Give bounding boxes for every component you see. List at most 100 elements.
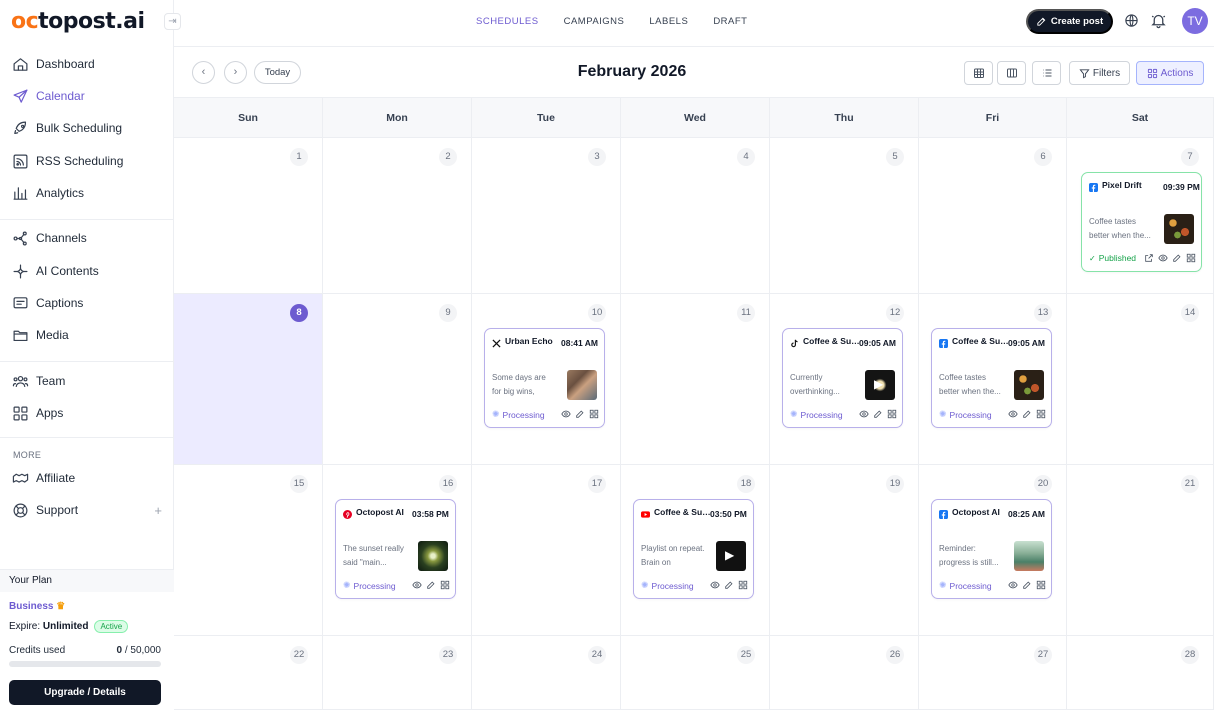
sidebar-item-affiliate[interactable]: Affiliate [12,466,162,490]
more-options-icon[interactable] [1036,409,1046,419]
apps-icon [1147,68,1157,78]
day-cell[interactable]: 17 [472,465,621,636]
day-cell[interactable]: 14 [1067,294,1214,465]
edit-icon[interactable] [1172,253,1182,263]
edit-icon[interactable] [873,409,883,419]
more-options-icon[interactable] [589,409,599,419]
day-number: 26 [886,646,904,664]
day-cell[interactable]: 19 [770,465,919,636]
preview-icon[interactable] [859,409,869,419]
edit-icon[interactable] [575,409,585,419]
sidebar-item-captions[interactable]: Captions [12,291,162,315]
sidebar-item-team[interactable]: Team [12,369,162,393]
plus-icon[interactable]: + [154,503,162,518]
apps-icon [13,406,28,420]
day-cell[interactable]: 24 [472,636,621,710]
more-options-icon[interactable] [1186,253,1196,263]
day-cell[interactable]: 16 Octopost AI 03:58 PM The sunset really s… [323,465,472,636]
day-cell[interactable]: 1 [174,138,323,294]
sidebar-item-dashboard[interactable]: Dashboard [12,52,162,76]
day-cell[interactable]: 27 [919,636,1067,710]
edit-icon[interactable] [1022,409,1032,419]
play-icon: ▶ [725,548,735,562]
actions-button[interactable]: Actions [1136,61,1204,85]
sidebar-item-ai-contents[interactable]: AI Contents [12,259,162,283]
post-card[interactable]: Urban Echo 08:41 AM Some days are for big … [484,328,605,428]
day-cell[interactable]: 25 [621,636,770,710]
sidebar-item-calendar[interactable]: Calendar [12,84,162,108]
day-cell[interactable]: 8 [174,294,323,465]
day-cell[interactable]: 5 [770,138,919,294]
sidebar-item-media[interactable]: Media [12,323,162,347]
external-link-icon[interactable] [1144,253,1154,263]
day-cell[interactable]: 22 [174,636,323,710]
tab-draft[interactable]: DRAFT [713,16,747,27]
week-view-button[interactable] [997,61,1026,85]
post-card[interactable]: Coffee & Sunsets03:50 PM Playlist on repe… [633,499,754,599]
day-cell[interactable]: 12 Coffee & Sunsets09:05 AM Currently over… [770,294,919,465]
list-view-button[interactable] [1032,61,1061,85]
prev-month-button[interactable]: ‹ [192,61,215,84]
edit-icon[interactable] [1022,580,1032,590]
day-cell[interactable]: 6 [919,138,1067,294]
day-cell[interactable]: 13 Coffee & Sunsets09:05 AM Coffee tastes … [919,294,1067,465]
bell-icon[interactable] [1150,12,1167,29]
plan-panel: Your Plan Business ♛ Expire: Unlimited Ac… [0,569,174,710]
filters-button[interactable]: Filters [1069,61,1130,85]
post-card[interactable]: Coffee & Sunsets09:05 AM Currently overth… [782,328,903,428]
collapse-sidebar-icon[interactable]: ⇥ [164,13,181,30]
logo[interactable]: octopost.ai [11,9,145,34]
tab-schedules[interactable]: SCHEDULES [476,16,539,27]
day-cell[interactable]: 7 Pixel Drift 09:39 PM Coffee tastes better… [1067,138,1214,294]
day-cell[interactable]: 4 [621,138,770,294]
post-card[interactable]: Octopost AI 08:25 AM Reminder: progress is… [931,499,1052,599]
sidebar-item-label: Calendar [36,89,85,103]
tiktok-icon [791,339,798,348]
day-cell[interactable]: 20 Octopost AI 08:25 AM Reminder: progress … [919,465,1067,636]
day-cell[interactable]: 3 [472,138,621,294]
day-cell[interactable]: 15 [174,465,323,636]
post-card[interactable]: Pixel Drift 09:39 PM Coffee tastes better … [1081,172,1202,272]
preview-icon[interactable] [1158,253,1168,263]
sidebar-item-bulk-scheduling[interactable]: Bulk Scheduling [12,116,162,140]
weekday-wed: Wed [621,98,770,138]
day-cell[interactable]: 21 [1067,465,1214,636]
preview-icon[interactable] [561,409,571,419]
preview-icon[interactable] [1008,580,1018,590]
day-cell[interactable]: 26 [770,636,919,710]
day-cell[interactable]: 28 [1067,636,1214,710]
day-cell[interactable]: 9 [323,294,472,465]
sidebar-item-apps[interactable]: Apps [12,401,162,425]
preview-icon[interactable] [1008,409,1018,419]
post-card[interactable]: Octopost AI 03:58 PM The sunset really sai… [335,499,456,599]
globe-icon[interactable] [1124,13,1139,28]
day-cell[interactable]: 2 [323,138,472,294]
create-post-button[interactable]: Create post [1026,9,1113,34]
sidebar-item-support[interactable]: Support + [12,498,162,522]
chevron-left-icon: ‹ [201,66,206,78]
more-options-icon[interactable] [887,409,897,419]
sidebar-item-rss-scheduling[interactable]: RSS Scheduling [12,149,162,173]
avatar[interactable]: TV [1182,8,1208,34]
day-cell[interactable]: 23 [323,636,472,710]
preview-icon[interactable] [412,580,422,590]
today-button[interactable]: Today [254,61,301,84]
post-card[interactable]: Coffee & Sunsets09:05 AM Coffee tastes be… [931,328,1052,428]
upgrade-button[interactable]: Upgrade / Details [9,680,161,705]
month-view-button[interactable] [964,61,993,85]
sidebar-item-analytics[interactable]: Analytics [12,181,162,205]
tab-campaigns[interactable]: CAMPAIGNS [564,16,625,27]
edit-icon[interactable] [426,580,436,590]
next-month-button[interactable]: › [224,61,247,84]
day-cell[interactable]: 10 Urban Echo 08:41 AM Some days are for bi… [472,294,621,465]
day-cell[interactable]: 11 [621,294,770,465]
edit-icon[interactable] [724,580,734,590]
spinner-icon: ✺ [492,409,500,419]
day-cell[interactable]: 18 Coffee & Sunsets03:50 PM Playlist on re… [621,465,770,636]
sidebar-item-channels[interactable]: Channels [12,226,162,250]
preview-icon[interactable] [710,580,720,590]
more-options-icon[interactable] [1036,580,1046,590]
more-options-icon[interactable] [738,580,748,590]
more-options-icon[interactable] [440,580,450,590]
tab-labels[interactable]: LABELS [649,16,688,27]
